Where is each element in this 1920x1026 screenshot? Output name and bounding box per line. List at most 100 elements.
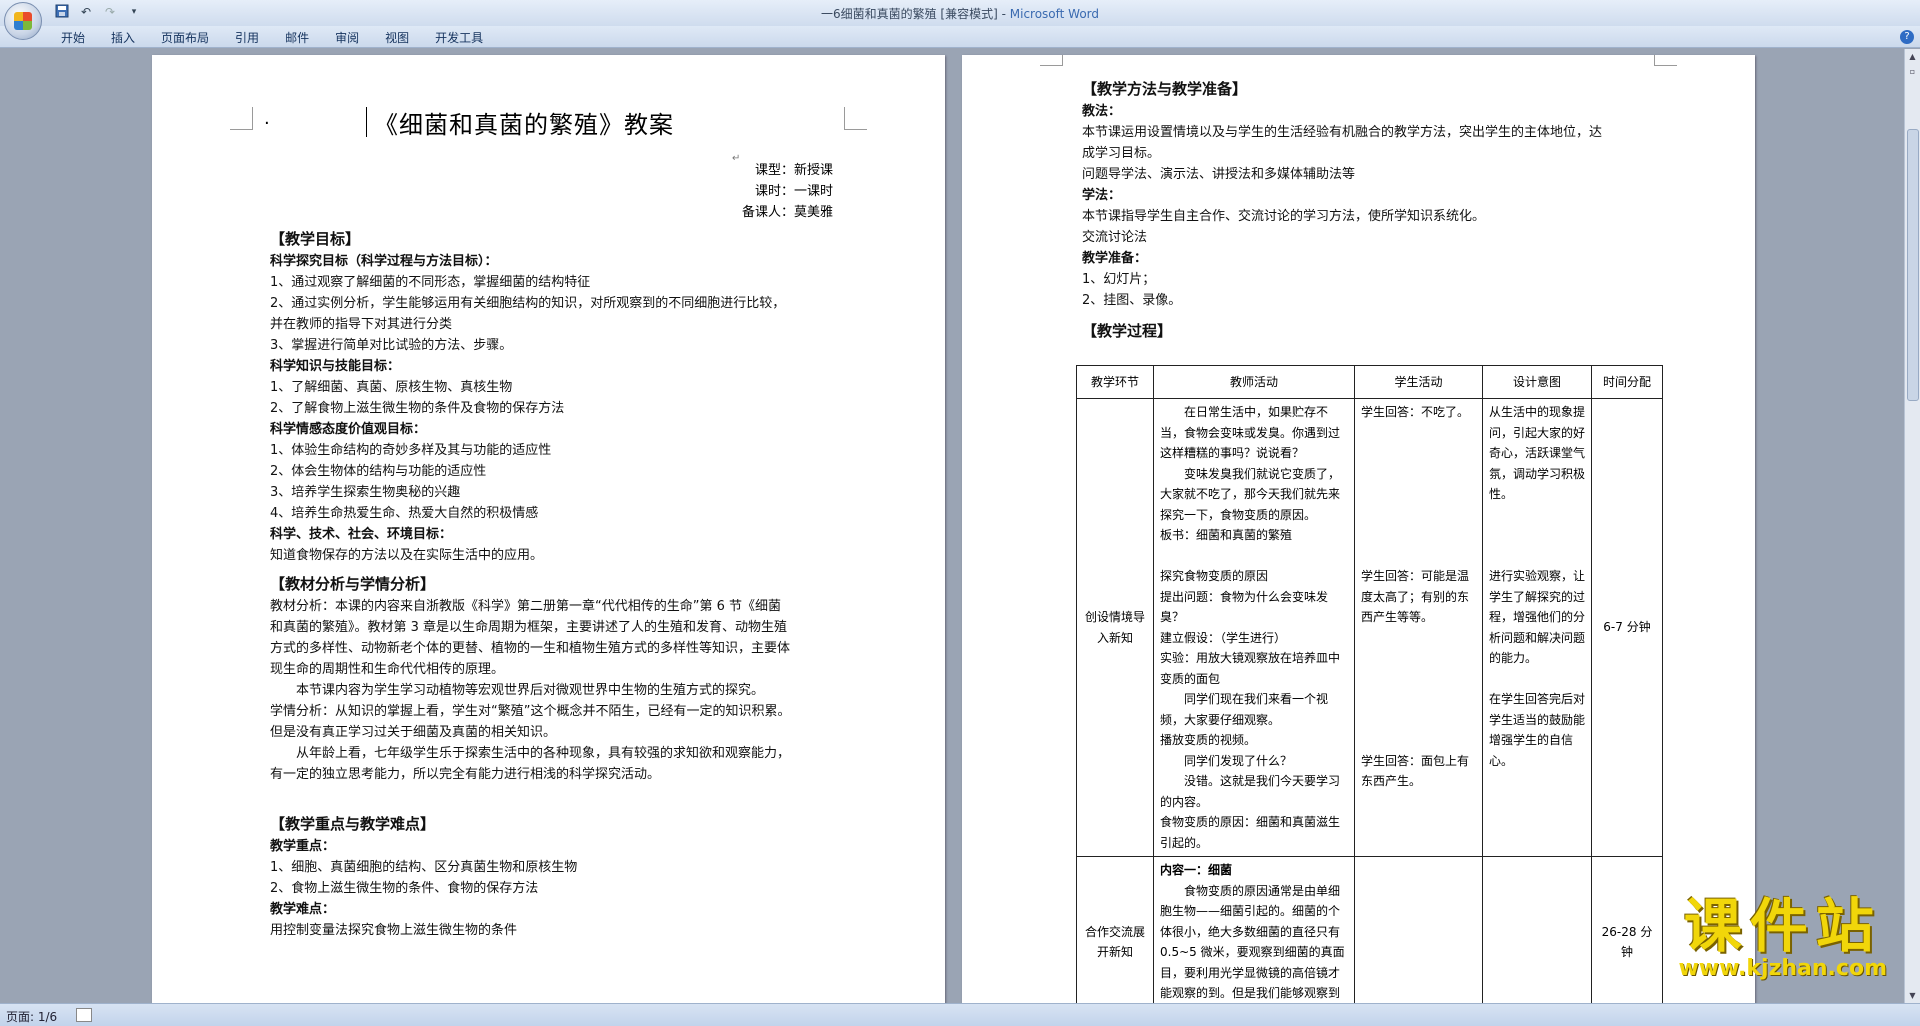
page-1-body: 【教学目标】 科学探究目标（科学过程与方法目标）： 1、通过观察了解细菌的不同形态，… bbox=[270, 221, 840, 941]
design-line bbox=[1489, 922, 1585, 943]
lesson-process-table: 教学环节 教师活动 学生活动 设计意图 时间分配 创设情境导入新知 在日常生活中，如果贮存… bbox=[1076, 365, 1663, 1003]
body-line: 有一定的独立思考能力，所以完全有能力进行相浅的科学探究活动。 bbox=[270, 767, 661, 782]
student-line: 学生回答：不吃了。 bbox=[1361, 405, 1470, 419]
section-heading: 【教学过程】 bbox=[1082, 322, 1173, 340]
teacher-line: 内容一：细菌 bbox=[1160, 863, 1233, 877]
body-line: 从年龄上看，七年级学生乐于探索生活中的各种现象，具有较强的求知欲和观察能力， bbox=[270, 746, 791, 761]
help-icon[interactable]: ? bbox=[1900, 30, 1914, 44]
page-1[interactable]: · 《细菌和真菌的繁殖》教案 ↵ 课型：新授课 课时：一课时 备课人：莫美雅 【… bbox=[152, 55, 945, 1003]
student-line bbox=[1361, 648, 1476, 669]
tab-references[interactable]: 引用 bbox=[222, 26, 272, 47]
teacher-line: 同学们现在我们来看一个视频，大家要仔细观察。 bbox=[1160, 692, 1329, 727]
design-line bbox=[1489, 525, 1585, 546]
margin-corner bbox=[844, 107, 867, 130]
stage-cell: 合作交流展开新知 bbox=[1076, 856, 1154, 1003]
design-line: 从生活中的现象提问，引起大家的好奇心，活跃课堂气氛，调动学习积极性。 bbox=[1489, 405, 1586, 501]
student-line: 学生回答：可能是温度太高了；有别的东西产生等等。 bbox=[1361, 569, 1470, 624]
status-bar: 页面: 1/6 bbox=[0, 1003, 1920, 1026]
bullet-mark: · bbox=[264, 113, 270, 134]
body-line: 成学习目标。 bbox=[1082, 146, 1161, 161]
lesson-process-table-wrap: 教学环节 教师活动 学生活动 设计意图 时间分配 创设情境导入新知 在日常生活中，如果贮存… bbox=[1076, 365, 1663, 1003]
body-line: 1、幻灯片； bbox=[1082, 272, 1156, 287]
document-workspace: · 《细菌和真菌的繁殖》教案 ↵ 课型：新授课 课时：一课时 备课人：莫美雅 【… bbox=[0, 49, 1905, 1003]
tab-review[interactable]: 审阅 bbox=[322, 26, 372, 47]
design-line bbox=[1489, 942, 1585, 963]
teacher-line: 建立假设：（学生进行） bbox=[1160, 630, 1287, 645]
document-title: 《细菌和真菌的繁殖》教案 bbox=[374, 111, 674, 139]
body-line: 本节课内容为学生学习动植物等宏观世界后对微观世界中生物的生殖方式的探究。 bbox=[270, 683, 765, 698]
tab-view[interactable]: 视图 bbox=[372, 26, 422, 47]
table-header-cell: 教师活动 bbox=[1153, 365, 1355, 399]
teacher-activity-cell: 内容一：细菌 食物变质的原因通常是由单细胞生物——细菌引起的。细菌的个体很小，绝… bbox=[1153, 856, 1355, 1003]
student-line bbox=[1361, 860, 1476, 881]
body-line: 用控制变量法探究食物上滋生微生物的条件 bbox=[270, 923, 518, 938]
design-line bbox=[1489, 881, 1585, 902]
tab-home[interactable]: 开始 bbox=[48, 26, 98, 47]
table-header-cell: 教学环节 bbox=[1076, 365, 1154, 399]
body-line: 4、培养生命热爱生命、热爱大自然的积极情感 bbox=[270, 506, 539, 521]
student-line bbox=[1361, 942, 1476, 963]
vertical-scrollbar[interactable]: ▲ ▫ ▼ bbox=[1904, 49, 1920, 1003]
page-count[interactable]: 页面: 1/6 bbox=[6, 1008, 57, 1025]
design-line: 进行实验观察，让学生了解探究的过程，增强他们的分析问题和解决问题的能力。 bbox=[1489, 569, 1586, 665]
body-line: 1、体验生命结构的奇妙多样及其与功能的适应性 bbox=[270, 443, 552, 458]
teacher-line: 同学们发现了什么？ bbox=[1160, 753, 1293, 768]
title-separator: - bbox=[997, 7, 1010, 21]
margin-corner bbox=[1040, 55, 1063, 66]
tab-insert[interactable]: 插入 bbox=[98, 26, 148, 47]
meta-lesson-type: 课型：新授课 bbox=[754, 163, 833, 178]
watermark-url: www.kjzhan.com bbox=[1678, 956, 1887, 981]
watermark-title: 课件站 bbox=[1683, 892, 1882, 960]
office-button[interactable] bbox=[4, 2, 42, 40]
teacher-line: 提出问题：食物为什么会变味发臭？ bbox=[1160, 589, 1329, 625]
tab-mailings[interactable]: 邮件 bbox=[272, 26, 322, 47]
body-line: 和真菌的繁殖》。教材第 3 章是以生命周期为框架，主要讲述了人的生殖和发育、动物… bbox=[270, 620, 788, 635]
design-line bbox=[1489, 860, 1585, 881]
student-line bbox=[1361, 710, 1476, 731]
ruler-toggle-icon[interactable]: ▫ bbox=[1908, 67, 1917, 76]
student-line bbox=[1361, 628, 1476, 649]
body-line: 科学知识与技能目标： bbox=[270, 359, 401, 374]
section-heading: 【教学重点与教学难点】 bbox=[270, 815, 436, 833]
time-cell: 6-7 分钟 bbox=[1591, 398, 1663, 857]
student-line bbox=[1361, 983, 1476, 1003]
body-line: 知道食物保存的方法以及在实际生活中的应用。 bbox=[270, 548, 544, 563]
scroll-down-arrow-icon[interactable]: ▼ bbox=[1908, 991, 1917, 1000]
body-line: 现生命的周期性和生命代代相传的原理。 bbox=[270, 662, 505, 677]
tab-page-layout[interactable]: 页面布局 bbox=[148, 26, 222, 47]
body-line: 教学准备： bbox=[1082, 251, 1148, 266]
student-line bbox=[1361, 963, 1476, 984]
body-line: 2、食物上滋生微生物的条件、食物的保存方法 bbox=[270, 881, 539, 896]
body-line: 交流讨论法 bbox=[1082, 230, 1148, 245]
proofing-icon[interactable] bbox=[76, 1008, 92, 1022]
teacher-line: 实验：用放大镜观察放在培养皿中变质的面包 bbox=[1160, 651, 1341, 686]
title-bar: ↶ ↷ ▾ 一6细菌和真菌的繁殖 [兼容模式] - Microsoft Word bbox=[0, 0, 1920, 40]
body-line: 教材分析：本课的内容来自浙教版《科学》第二册第一章“代代相传的生命”第 6 节《… bbox=[270, 599, 782, 614]
body-line: 学情分析：从知识的掌握上看，学生对“繁殖”这个概念并不陌生，已经有一定的知识积累… bbox=[270, 704, 791, 719]
paragraph-mark: ↵ bbox=[732, 153, 741, 164]
lesson-meta: 课型：新授课 课时：一课时 备课人：莫美雅 bbox=[742, 160, 833, 223]
page-2[interactable]: 【教学方法与教学准备】 教法： 本节课运用设置情境以及与学生的生活经验有机融合的教学… bbox=[962, 55, 1755, 1003]
student-line bbox=[1361, 669, 1476, 690]
table-row: 合作交流展开新知 内容一：细菌 食物变质的原因通常是由单细胞生物——细菌引起的。细… bbox=[1076, 856, 1663, 1003]
scroll-thumb[interactable] bbox=[1907, 129, 1919, 401]
body-line: 2、体会生物体的结构与功能的适应性 bbox=[270, 464, 487, 479]
teacher-line: 播放变质的视频。 bbox=[1160, 733, 1257, 747]
student-line bbox=[1361, 484, 1476, 505]
tab-developer[interactable]: 开发工具 bbox=[422, 26, 496, 47]
time-cell: 26-28 分钟 bbox=[1591, 856, 1663, 1003]
body-line: 1、了解细菌、真菌、原核生物、真核生物 bbox=[270, 380, 513, 395]
teacher-line: 变味发臭我们就说它变质了，大家就不吃了，那今天我们就先来探究一下，食物变质的原因… bbox=[1160, 466, 1341, 522]
student-line bbox=[1361, 901, 1476, 922]
teacher-line: 没错。这就是我们今天要学习的内容。 bbox=[1160, 774, 1341, 809]
design-activity-cell: 从生活中的现象提问，引起大家的好奇心，活跃课堂气氛，调动学习积极性。 进行实验观… bbox=[1482, 398, 1592, 857]
body-line: 科学、技术、社会、环境目标： bbox=[270, 527, 453, 542]
teacher-line: 在日常生活中，如果贮存不当，食物会变味或发臭。你遇到过这样糟糕的事吗？说说看？ bbox=[1160, 405, 1341, 460]
teacher-line bbox=[1160, 546, 1348, 567]
scroll-up-arrow-icon[interactable]: ▲ bbox=[1908, 52, 1917, 61]
design-line bbox=[1489, 983, 1585, 1003]
document-name: 一6细菌和真菌的繁殖 [兼容模式] bbox=[820, 7, 998, 21]
teacher-line: 探究食物变质的原因 bbox=[1160, 569, 1269, 583]
body-line: 问题导学法、演示法、讲授法和多媒体辅助法等 bbox=[1082, 167, 1356, 182]
body-line: 本节课运用设置情境以及与学生的生活经验有机融合的教学方法，突出学生的主体地位，达 bbox=[1082, 125, 1603, 140]
